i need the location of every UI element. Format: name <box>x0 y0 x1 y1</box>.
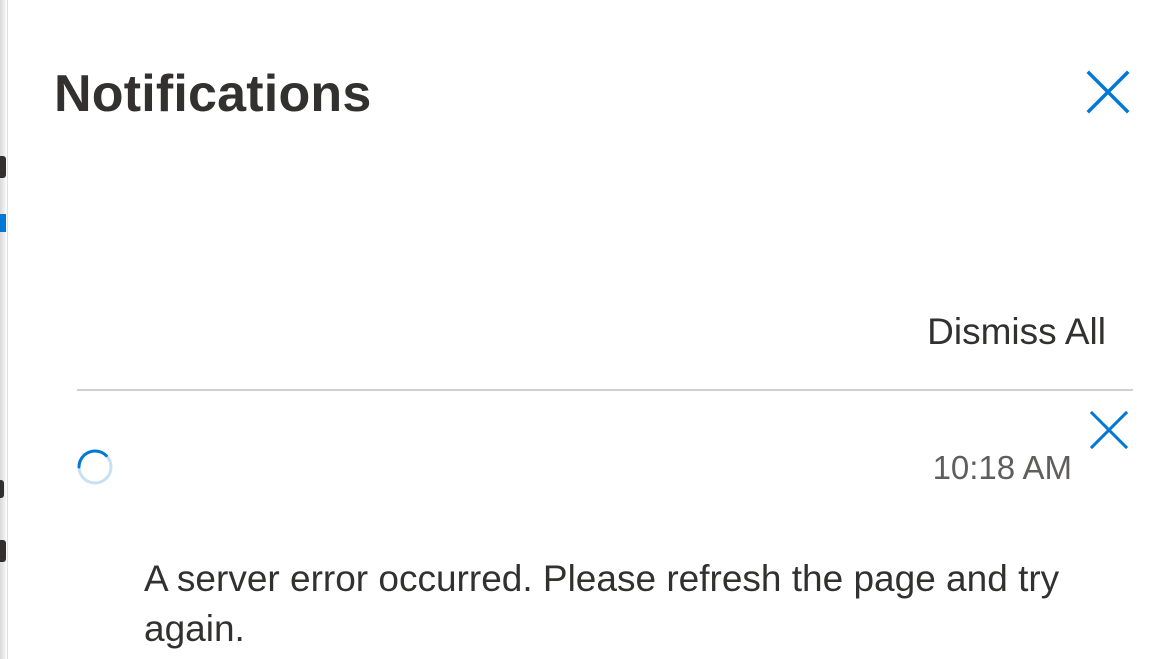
dismiss-notification-button[interactable] <box>1088 409 1130 451</box>
panel-title: Notifications <box>54 65 372 123</box>
close-icon <box>1086 70 1130 114</box>
close-icon <box>1089 410 1129 450</box>
background-text-fragment <box>0 480 4 498</box>
background-page-edge <box>0 0 8 659</box>
divider <box>77 389 1133 391</box>
dismiss-all-button[interactable]: Dismiss All <box>927 308 1106 356</box>
notification-timestamp: 10:18 AM <box>932 449 1072 486</box>
notification-message: A server error occurred. Please refresh … <box>144 558 1060 649</box>
close-panel-button[interactable] <box>1084 68 1132 116</box>
loading-spinner-icon <box>76 448 114 486</box>
background-text-fragment <box>0 156 6 178</box>
notifications-panel-page: Notifications Dismiss All 10:18 AM A ser… <box>0 0 1176 659</box>
background-text-fragment <box>0 540 6 562</box>
background-accent-fragment <box>0 214 6 232</box>
